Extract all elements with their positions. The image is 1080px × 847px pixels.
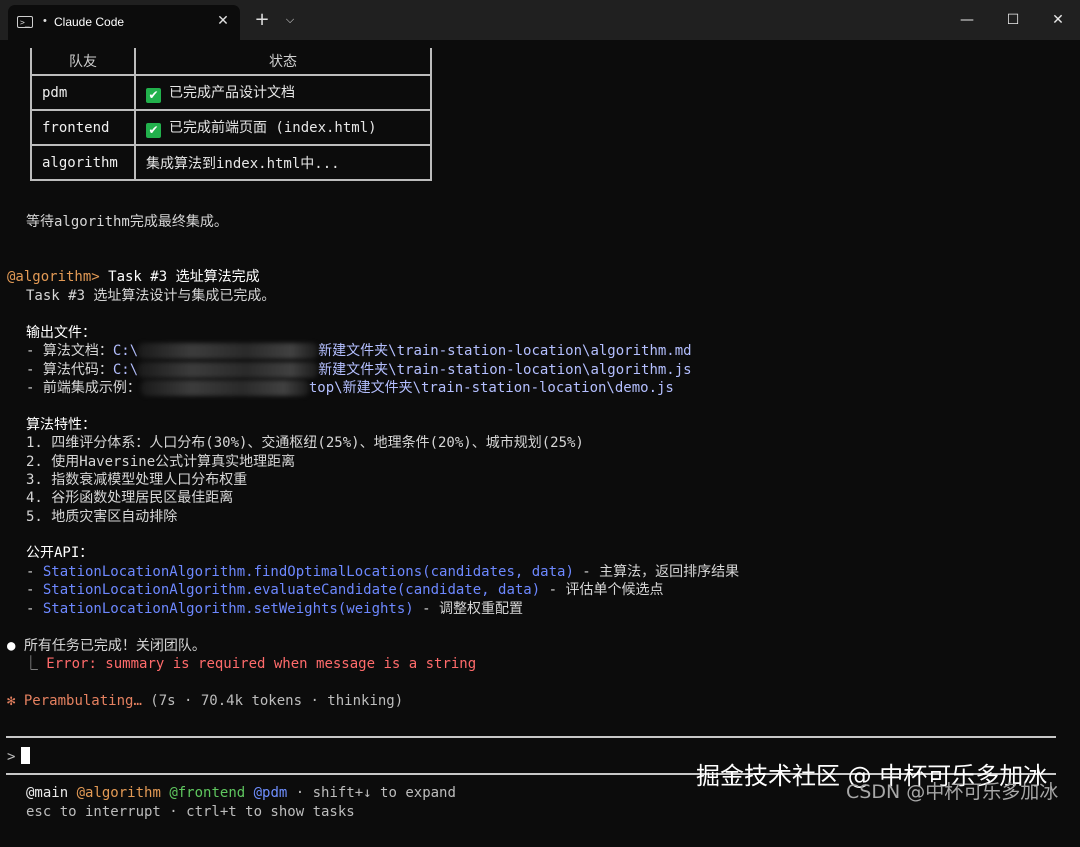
list-item: 4. 谷形函数处理居民区最佳距离 [26, 490, 234, 506]
file-label: - 算法代码： [26, 362, 113, 378]
input-divider-top [6, 736, 1056, 738]
agent-pdm[interactable]: @pdm [254, 785, 288, 801]
agent-main[interactable]: @main [26, 785, 68, 801]
close-tab-icon[interactable]: ✕ [213, 11, 233, 31]
list-item: 3. 指数衰减模型处理人口分布权重 [26, 472, 248, 488]
new-tab-button[interactable]: + [251, 8, 273, 32]
list-item: - 算法文档：C:\ 新建文件夹\train-station-location\a… [0, 342, 692, 360]
check-icon: ✔ [146, 123, 161, 138]
api-signature: StationLocationAlgorithm.findOptimalLoca… [42, 564, 574, 580]
list-dash: - [26, 582, 43, 598]
teammate-status: 集成算法到index.html中... [134, 144, 432, 181]
file-path-start: C:\ [112, 362, 139, 378]
expand-hint: · shift+↓ to expand [287, 785, 456, 801]
terminal-window: >_ • Claude Code ✕ + ⌵ — ☐ ✕ 队友 状态 pdm ✔… [0, 0, 1080, 847]
prompt-input[interactable]: > [7, 747, 31, 765]
branch-icon: ⎿ [7, 656, 47, 672]
title-bar: >_ • Claude Code ✕ + ⌵ — ☐ ✕ [0, 0, 1080, 40]
list-item: - 算法代码：C:\ 新建文件夹\train-station-location\a… [0, 361, 692, 379]
api-description: - 主算法，返回排序结果 [573, 564, 740, 580]
teammate-status: ✔ 已完成前端页面 (index.html) [134, 109, 432, 146]
list-item: 5. 地质灾害区自动排除 [26, 509, 178, 525]
output-files-title: 输出文件： [26, 325, 96, 341]
agent-algorithm[interactable]: @algorithm [77, 785, 161, 801]
agent-bar: @main @algorithm @frontend @pdm · shift+… [0, 784, 456, 802]
done-line: ● 所有任务已完成！关闭团队。 [7, 637, 206, 655]
close-window-button[interactable]: ✕ [1043, 8, 1073, 32]
done-text: 所有任务已完成！关闭团队。 [15, 638, 206, 654]
redacted-path [138, 343, 319, 359]
message-sender: @algorithm> [7, 269, 100, 285]
redacted-path [138, 362, 319, 378]
tab-activity-dot: • [43, 15, 47, 27]
teammate-name: pdm [30, 74, 136, 111]
table-header-row: 队友 状态 [30, 48, 432, 76]
list-item: - StationLocationAlgorithm.evaluateCandi… [0, 581, 663, 599]
file-path-end: 新建文件夹\train-station-location\algorithm.m… [318, 343, 692, 359]
message-subject: Task #3 选址算法完成 [99, 269, 260, 285]
minimize-button[interactable]: — [952, 8, 982, 32]
teammate-name: frontend [30, 109, 136, 146]
text-cursor [21, 747, 31, 764]
status-line: ✻ Perambulating… (7s · 70.4k tokens · th… [7, 692, 403, 710]
message-header: @algorithm> Task #3 选址算法完成 [7, 268, 260, 286]
list-item: 1. 四维评分体系：人口分布(30%)、交通枢纽(25%)、地理条件(20%)、… [26, 435, 584, 451]
table-row: pdm ✔ 已完成产品设计文档 [30, 74, 432, 111]
list-item: - StationLocationAlgorithm.findOptimalLo… [0, 563, 739, 581]
api-description: - 评估单个候选点 [540, 582, 664, 598]
teammate-status: ✔ 已完成产品设计文档 [134, 74, 432, 111]
table-row: frontend ✔ 已完成前端页面 (index.html) [30, 109, 432, 146]
file-path-start: C:\ [112, 343, 139, 359]
list-dash: - [26, 564, 43, 580]
message-body: Task #3 选址算法设计与集成已完成。 [26, 288, 276, 304]
terminal-icon: >_ [17, 16, 33, 28]
file-label: - 前端集成示例： [26, 380, 141, 396]
maximize-button[interactable]: ☐ [998, 8, 1028, 32]
terminal-output[interactable]: 队友 状态 pdm ✔ 已完成产品设计文档 frontend ✔ 已完成前端页面 (… [0, 40, 1080, 847]
api-description: - 调整权重配置 [413, 601, 524, 617]
list-item: - StationLocationAlgorithm.setWeights(we… [0, 600, 523, 618]
file-path-end: 新建文件夹\train-station-location\algorithm.j… [318, 362, 692, 378]
agent-frontend[interactable]: @frontend [169, 785, 245, 801]
file-path-end: top\新建文件夹\train-station-location\demo.js [308, 380, 674, 396]
column-header: 状态 [134, 48, 432, 76]
list-item: - 前端集成示例： top\新建文件夹\train-station-locatio… [0, 379, 674, 397]
api-title: 公开API： [26, 545, 94, 561]
list-item: 2. 使用Haversine公式计算真实地理距离 [26, 454, 296, 470]
prompt-symbol: > [7, 749, 16, 765]
status-verb: Perambulating… [15, 693, 142, 709]
teammate-status-table: 队友 状态 pdm ✔ 已完成产品设计文档 frontend ✔ 已完成前端页面 (… [30, 48, 432, 181]
redacted-path [140, 380, 309, 396]
features-title: 算法特性： [26, 417, 96, 433]
file-label: - 算法文档： [26, 343, 113, 359]
tab-title: Claude Code [54, 15, 125, 29]
status-text: 集成算法到index.html中... [146, 155, 340, 172]
status-meta: (7s · 70.4k tokens · thinking) [141, 693, 404, 709]
error-line: ⎿ Error: summary is required when messag… [7, 655, 476, 673]
check-icon: ✔ [146, 88, 161, 103]
wait-line: 等待algorithm完成最终集成。 [26, 214, 228, 230]
shortcuts-hint: esc to interrupt · ctrl+t to show tasks [26, 804, 355, 820]
table-row: algorithm 集成算法到index.html中... [30, 144, 432, 181]
api-signature: StationLocationAlgorithm.evaluateCandida… [42, 582, 541, 598]
error-text: Error: summary is required when message … [46, 656, 477, 672]
list-dash: - [26, 601, 43, 617]
column-header: 队友 [30, 48, 136, 76]
status-text: 已完成前端页面 (index.html) [169, 120, 377, 136]
tab-claude-code[interactable]: >_ • Claude Code ✕ [8, 5, 240, 40]
api-signature: StationLocationAlgorithm.setWeights(weig… [42, 601, 414, 617]
status-text: 已完成产品设计文档 [169, 85, 295, 101]
chevron-down-icon[interactable]: ⌵ [281, 8, 299, 32]
watermark-csdn: CSDN @中杯可乐多加冰 [846, 781, 1059, 803]
teammate-name: algorithm [30, 144, 136, 181]
